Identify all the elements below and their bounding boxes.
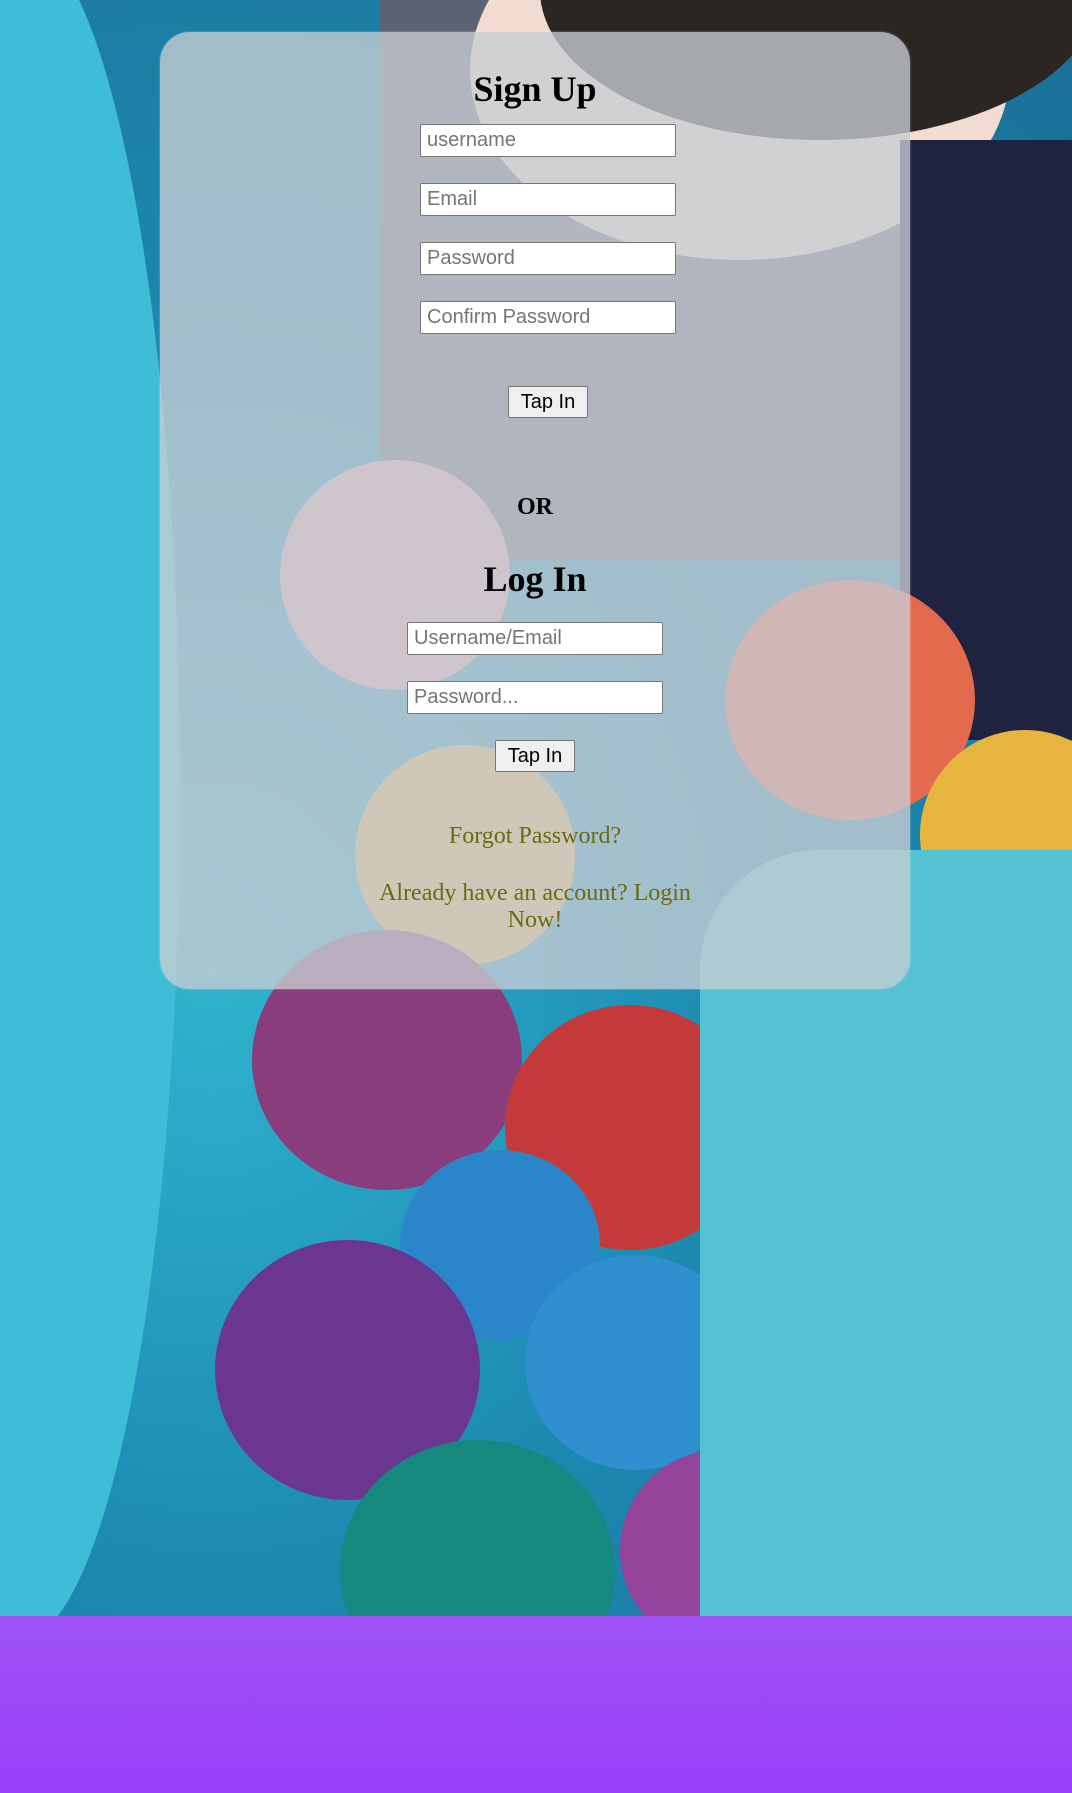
signup-submit-button[interactable]: Tap In [508,386,588,418]
signup-password-input[interactable] [420,242,676,275]
signup-confirm-password-input[interactable] [420,301,676,334]
forgot-password-link[interactable]: Forgot Password? [420,823,650,850]
login-title: Log In [483,559,587,599]
signup-username-input[interactable] [420,124,676,157]
signup-title: Sign Up [473,69,597,109]
or-divider: OR [517,494,553,520]
login-now-link[interactable]: Already have an account? Login Now! [375,880,695,934]
login-submit-button[interactable]: Tap In [495,740,575,772]
signup-email-input[interactable] [420,183,676,216]
login-password-input[interactable] [407,681,663,714]
auth-card: Sign Up Tap In OR Log In Tap In Forgot P… [160,32,910,989]
tub-rim [0,0,180,1616]
login-username-input[interactable] [407,622,663,655]
